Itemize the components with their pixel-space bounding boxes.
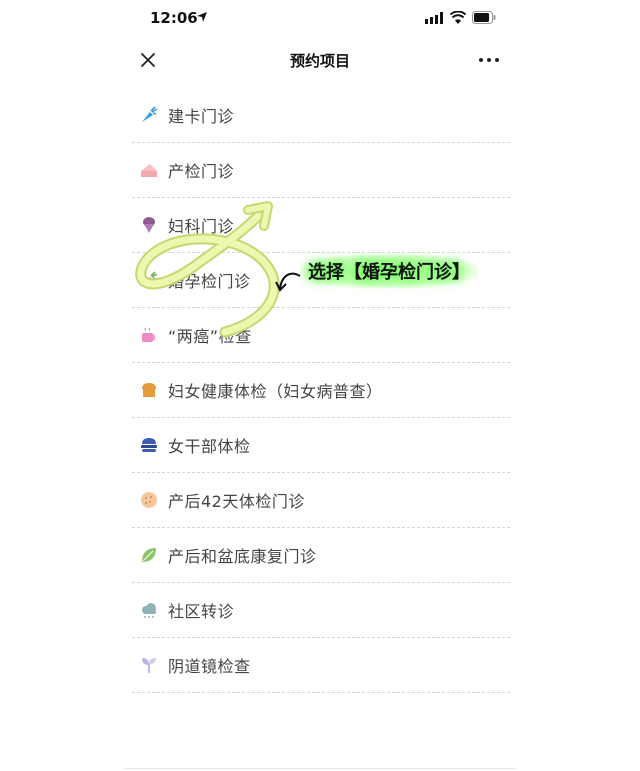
list-item[interactable]: 产检门诊 [132, 143, 510, 198]
location-arrow-icon [197, 12, 207, 22]
nav-bar: 预约项目 [124, 38, 516, 82]
leaf-icon [142, 548, 156, 562]
cloud-icon [142, 603, 156, 618]
ice-cream-icon [143, 217, 155, 233]
bread-icon [142, 383, 156, 397]
signal-icon [425, 12, 443, 24]
item-label: “两癌”检查 [168, 327, 252, 346]
instruction-callout: 选择【婚孕检门诊】 [300, 254, 478, 288]
carrot-icon [142, 106, 158, 122]
sprout-icon [142, 658, 156, 673]
phone-screen: 12:06 预约项目 建卡门诊 产检门诊 妇科门诊 婚孕检门诊 “两癌”检查 妇… [124, 0, 516, 771]
list-item[interactable]: 女干部体检 [132, 418, 510, 473]
list-item[interactable]: 妇女健康体检（妇女病普查） [132, 363, 510, 418]
bottom-divider [124, 768, 516, 769]
item-label: 妇女健康体检（妇女病普查） [168, 382, 383, 401]
page-title: 预约项目 [289, 52, 350, 70]
list-item[interactable]: 产后42天体检门诊 [132, 473, 510, 528]
list-item[interactable]: 妇科门诊 [132, 198, 510, 253]
cake-icon [141, 164, 157, 177]
item-label: 阴道镜检查 [168, 657, 251, 676]
more-options-icon[interactable] [477, 50, 501, 70]
status-bar: 12:06 [124, 0, 516, 36]
item-label: 女干部体检 [168, 437, 251, 456]
list-item[interactable]: 建卡门诊 [132, 88, 510, 143]
item-label: 产检门诊 [168, 162, 235, 181]
battery-icon [472, 11, 496, 24]
list-item[interactable]: 产后和盆底康复门诊 [132, 528, 510, 583]
item-label: 社区转诊 [168, 602, 235, 621]
list-item[interactable]: 社区转诊 [132, 583, 510, 638]
list-item[interactable]: “两癌”检查 [132, 308, 510, 363]
item-label: 婚孕检门诊 [168, 272, 251, 291]
item-label: 妇科门诊 [168, 217, 235, 236]
appointment-list: 建卡门诊 产检门诊 妇科门诊 婚孕检门诊 “两癌”检查 妇女健康体检（妇女病普查… [132, 88, 510, 693]
item-label: 产后42天体检门诊 [168, 492, 305, 511]
wifi-icon [450, 11, 466, 24]
list-item[interactable]: 阴道镜检查 [132, 638, 510, 693]
status-time: 12:06 [150, 9, 198, 27]
item-label: 产后和盆底康复门诊 [168, 547, 317, 566]
coffee-cup-icon [142, 327, 156, 342]
burger-icon [141, 438, 157, 452]
item-label: 建卡门诊 [168, 107, 235, 126]
cookie-icon [141, 492, 157, 508]
carrot-icon [142, 271, 158, 287]
